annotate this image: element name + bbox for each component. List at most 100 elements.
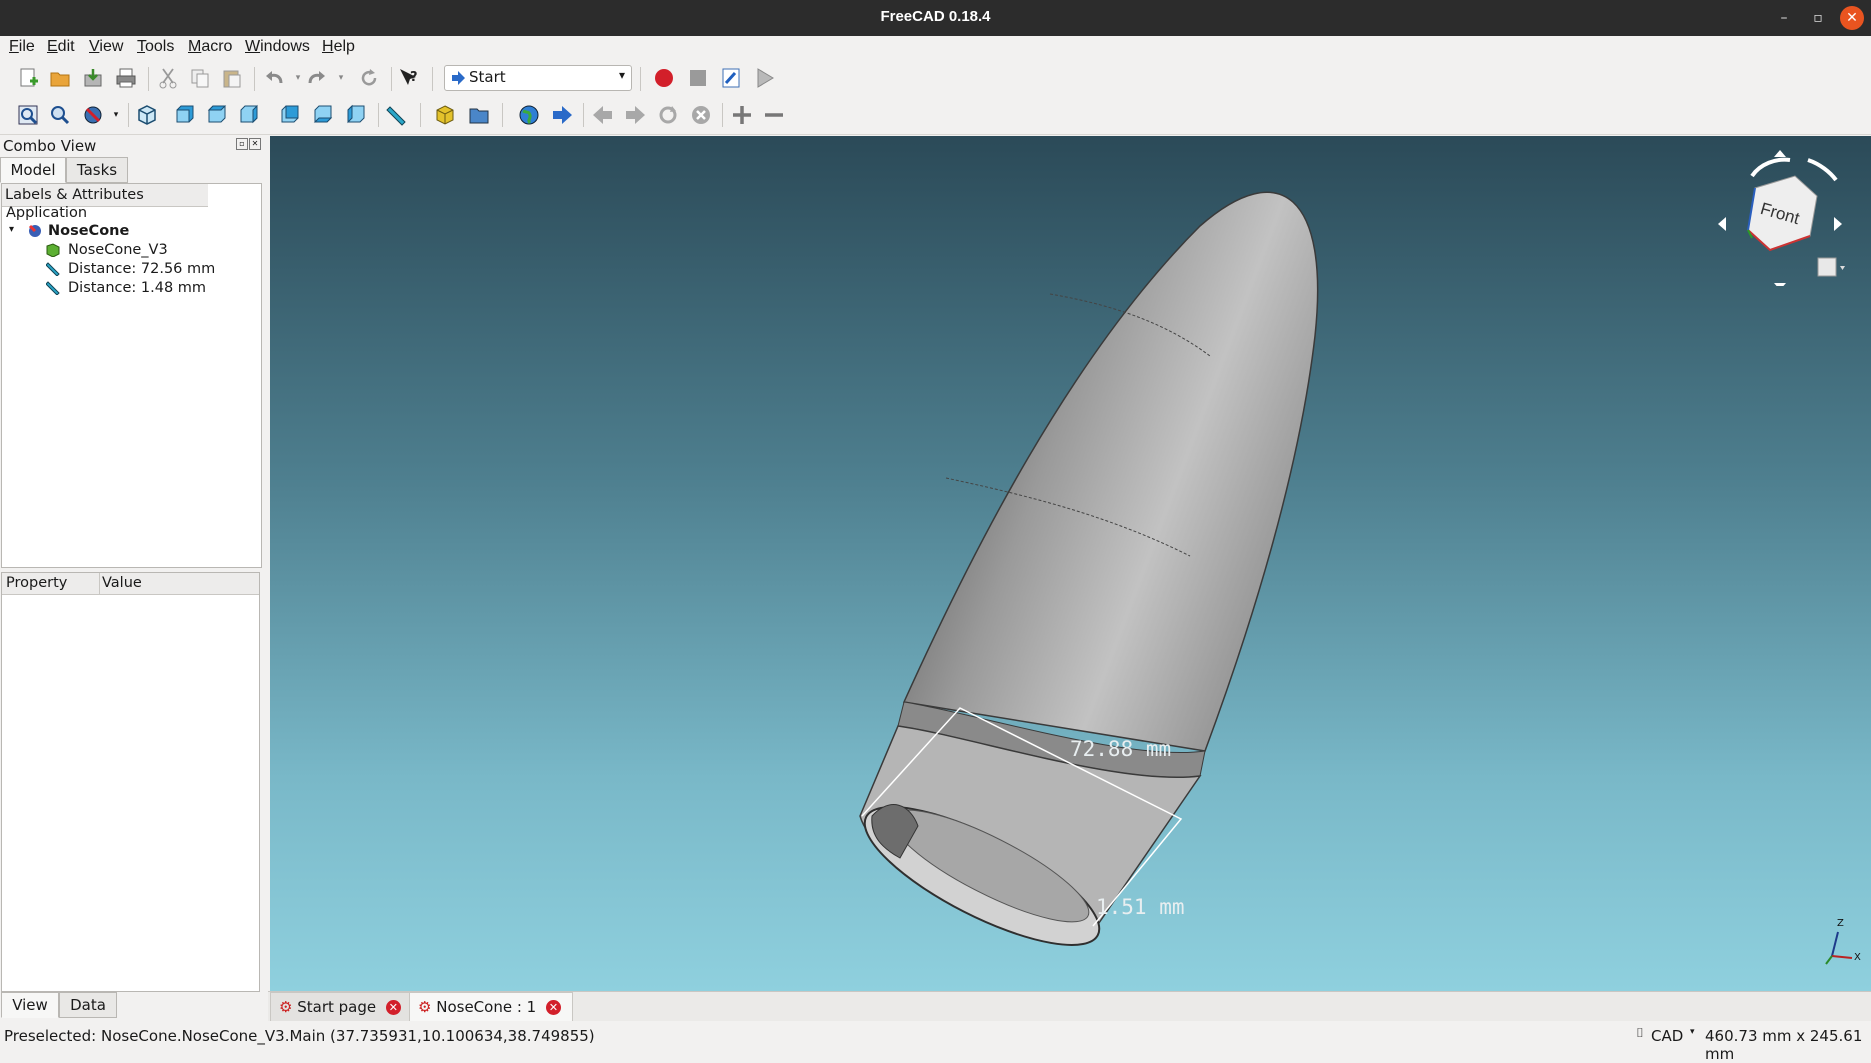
freecad-doc-icon: ⚙: [418, 998, 432, 1016]
paste-icon[interactable]: [220, 66, 244, 90]
tree-item-distance-1[interactable]: Distance: 72.56 mm: [68, 261, 215, 277]
tab-view[interactable]: View: [1, 992, 59, 1018]
tab-model[interactable]: Model: [0, 157, 66, 183]
web-open-icon[interactable]: [550, 103, 574, 127]
zoom-in-icon[interactable]: [730, 103, 754, 127]
close-tab-icon[interactable]: ✕: [545, 1000, 561, 1015]
close-icon[interactable]: ✕: [1840, 6, 1864, 30]
tab-tasks[interactable]: Tasks: [66, 157, 128, 183]
float-panel-icon[interactable]: ▫: [236, 138, 248, 150]
minimize-icon[interactable]: –: [1772, 6, 1796, 30]
measure-distance-icon[interactable]: [385, 103, 409, 127]
toolbar-separator: [391, 67, 392, 91]
tree-header: Labels & Attributes: [2, 184, 208, 207]
menu-windows[interactable]: Windows: [245, 38, 310, 56]
menu-tools[interactable]: Tools: [137, 38, 174, 56]
navigation-style[interactable]: CAD: [1651, 1027, 1683, 1045]
freecad-doc-icon: ⚙: [279, 998, 293, 1016]
new-file-icon[interactable]: [16, 66, 40, 90]
fit-selection-icon[interactable]: [48, 103, 72, 127]
view-dimensions: 460.73 mm x 245.61 mm: [1705, 1027, 1863, 1063]
macro-execute-icon[interactable]: [753, 66, 777, 90]
create-part-icon[interactable]: [433, 103, 457, 127]
chevron-down-icon: ▾: [618, 68, 625, 82]
measure-icon: [45, 262, 60, 280]
web-forward-icon[interactable]: [623, 103, 647, 127]
navigation-cube[interactable]: Front: [1710, 146, 1850, 290]
tab-start-page-label: Start page: [297, 998, 377, 1016]
axis-x-label: X: [1854, 952, 1861, 963]
column-divider: [99, 573, 100, 594]
bottom-view-icon[interactable]: [311, 103, 335, 127]
tab-nosecone-label: NoseCone : 1: [436, 998, 537, 1016]
menu-edit[interactable]: Edit: [47, 38, 75, 56]
front-view-icon[interactable]: [173, 103, 197, 127]
rear-view-icon[interactable]: [278, 103, 302, 127]
create-group-icon[interactable]: [467, 103, 491, 127]
zoom-out-icon[interactable]: [762, 103, 786, 127]
toolbar-separator: [254, 67, 255, 91]
draw-style-dropdown-icon[interactable]: ▾: [104, 103, 128, 127]
whats-this-icon[interactable]: ?: [397, 66, 421, 90]
document-icon: [28, 224, 42, 242]
macro-record-icon[interactable]: [652, 66, 676, 90]
title-bar: FreeCAD 0.18.4 – ▫ ✕: [0, 0, 1871, 36]
web-stop-icon[interactable]: [689, 103, 713, 127]
restore-icon[interactable]: ▫: [1806, 6, 1830, 30]
close-panel-icon[interactable]: ✕: [249, 138, 261, 150]
dimension-label-2: 1.51 mm: [1096, 895, 1185, 919]
macro-stop-icon[interactable]: [686, 66, 710, 90]
tree-document-nosecone[interactable]: NoseCone: [48, 223, 129, 239]
undo-icon[interactable]: [262, 66, 286, 90]
web-back-icon[interactable]: [591, 103, 615, 127]
toolbar-separator: [420, 103, 421, 127]
close-tab-icon[interactable]: ✕: [385, 1000, 401, 1015]
main-toolbar: ▾ ▾ ?: [0, 62, 1871, 97]
web-refresh-icon[interactable]: [656, 103, 680, 127]
tab-data[interactable]: Data: [59, 992, 117, 1018]
expand-arrow-icon[interactable]: ▾: [9, 224, 14, 235]
draw-style-icon[interactable]: [81, 103, 105, 127]
open-folder-icon[interactable]: [48, 66, 72, 90]
workbench-label: Start: [469, 68, 506, 86]
value-column-header: Value: [102, 575, 142, 591]
cut-icon[interactable]: [156, 66, 180, 90]
redo-icon[interactable]: [305, 66, 329, 90]
property-column-header: Property: [6, 575, 68, 591]
chevron-down-icon[interactable]: ▾: [1690, 1027, 1695, 1037]
tree-item-nosecone-v3[interactable]: NoseCone_V3: [68, 242, 168, 258]
toolbar-separator: [432, 67, 433, 91]
status-bar: Preselected: NoseCone.NoseCone_V3.Main (…: [0, 1021, 1871, 1063]
view-toolbar: ▾: [0, 96, 1871, 135]
right-view-icon[interactable]: [237, 103, 261, 127]
workbench-selector[interactable]: Start ▾: [444, 65, 632, 91]
menu-help[interactable]: Help: [322, 38, 355, 56]
mouse-icon: ⌷: [1636, 1026, 1644, 1041]
isometric-view-icon[interactable]: [135, 103, 159, 127]
fit-all-icon[interactable]: [16, 103, 40, 127]
toolbar-separator: [502, 103, 503, 127]
toolbar-separator: [583, 103, 584, 127]
nosecone-model: 72.88 mm 1.51 mm: [859, 191, 1319, 946]
print-icon[interactable]: [114, 66, 138, 90]
menu-view[interactable]: View: [89, 38, 123, 56]
preselection-status: Preselected: NoseCone.NoseCone_V3.Main (…: [4, 1027, 595, 1045]
tree-item-distance-2[interactable]: Distance: 1.48 mm: [68, 280, 206, 296]
refresh-icon[interactable]: [357, 66, 381, 90]
menu-macro[interactable]: Macro: [188, 38, 232, 56]
tab-nosecone[interactable]: ⚙ NoseCone : 1 ✕: [409, 992, 573, 1023]
copy-icon[interactable]: [188, 66, 212, 90]
tree-root-application[interactable]: Application: [6, 205, 87, 221]
top-view-icon[interactable]: [205, 103, 229, 127]
menu-file[interactable]: File: [9, 38, 35, 56]
save-icon[interactable]: [81, 66, 105, 90]
macro-edit-icon[interactable]: [719, 66, 743, 90]
window-title: FreeCAD 0.18.4: [880, 8, 991, 25]
toolbar-separator: [148, 67, 149, 91]
redo-dropdown-icon[interactable]: ▾: [329, 66, 353, 90]
tab-start-page[interactable]: ⚙ Start page ✕: [270, 992, 415, 1023]
left-view-icon[interactable]: [344, 103, 368, 127]
3d-viewport[interactable]: 72.88 mm 1.51 mm Front Z X: [270, 136, 1871, 992]
toolbar-separator: [128, 103, 129, 127]
web-globe-icon[interactable]: [517, 103, 541, 127]
